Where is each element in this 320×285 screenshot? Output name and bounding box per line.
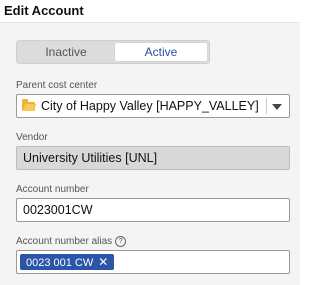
account-number-input[interactable]: 0023001CW	[16, 198, 290, 222]
account-number-alias-label: Account number alias?	[16, 236, 127, 248]
select-divider	[266, 98, 267, 114]
account-number-value: 0023001CW	[23, 203, 93, 217]
account-number-alias-label-text: Account number alias	[16, 236, 113, 248]
status-inactive-option[interactable]: Inactive	[19, 43, 113, 61]
vendor-field: University Utilities [UNL]	[16, 146, 290, 170]
folder-icon	[22, 99, 35, 111]
alias-tag-label: 0023 001 CW	[26, 257, 94, 269]
status-toggle: Inactive Active	[16, 40, 210, 64]
parent-cost-center-label: Parent cost center	[16, 80, 98, 91]
help-icon[interactable]: ?	[115, 236, 127, 247]
close-icon[interactable]: ✕	[98, 255, 108, 269]
vendor-label: Vendor	[16, 132, 48, 143]
vendor-value: University Utilities [UNL]	[23, 151, 158, 165]
parent-cost-center-value: City of Happy Valley [HAPPY_VALLEY]	[41, 99, 259, 113]
account-number-label: Account number	[16, 184, 89, 195]
chevron-down-icon[interactable]	[272, 104, 282, 110]
alias-tag: 0023 001 CW ✕	[20, 254, 115, 270]
status-active-option[interactable]: Active	[115, 43, 207, 61]
account-number-alias-input[interactable]: 0023 001 CW ✕	[16, 250, 290, 274]
parent-cost-center-select[interactable]: City of Happy Valley [HAPPY_VALLEY]	[16, 94, 290, 118]
page-title: Edit Account	[4, 3, 84, 18]
